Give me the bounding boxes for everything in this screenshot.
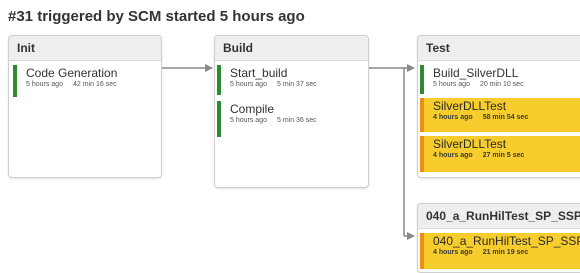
job-meta: 4 hours ago 58 min 54 sec xyxy=(433,113,580,122)
job-duration: 21 min 19 sec xyxy=(482,249,529,256)
job-meta: 5 hours ago 42 min 16 sec xyxy=(26,80,159,89)
stage-init: Init Code Generation 5 hours ago 42 min 1… xyxy=(8,35,162,178)
job-started: 5 hours ago xyxy=(230,117,267,124)
job-name: Start_build xyxy=(230,66,288,80)
job-silverdlltest-2[interactable]: SilverDLLTest 4 hours ago 27 min 5 sec xyxy=(420,136,580,172)
job-meta: 4 hours ago 21 min 19 sec xyxy=(433,248,580,257)
job-name: SilverDLLTest xyxy=(433,137,507,151)
job-duration: 42 min 16 sec xyxy=(72,81,117,88)
job-started: 5 hours ago xyxy=(230,81,267,88)
job-build-silverdll[interactable]: Build_SilverDLL 5 hours ago 20 min 10 sec xyxy=(420,65,580,94)
stage-title: 040_a_RunHilTest_SP_SSP xyxy=(418,204,580,229)
job-started: 4 hours ago xyxy=(433,114,473,121)
stage-build: Build Start_build 5 hours ago 5 min 37 se… xyxy=(214,35,369,188)
stage-title: Init xyxy=(9,36,161,61)
job-meta: 5 hours ago 20 min 10 sec xyxy=(433,80,580,89)
job-silverdlltest-1[interactable]: SilverDLLTest 4 hours ago 58 min 54 sec xyxy=(420,98,580,132)
job-duration: 20 min 10 sec xyxy=(479,81,524,88)
job-duration: 27 min 5 sec xyxy=(482,152,525,159)
job-started: 4 hours ago xyxy=(433,152,473,159)
job-name: 040_a_RunHilTest_SP_SSP xyxy=(433,234,580,248)
job-name: SilverDLLTest xyxy=(433,99,507,113)
job-meta: 5 hours ago 5 min 36 sec xyxy=(230,116,366,125)
job-code-generation[interactable]: Code Generation 5 hours ago 42 min 16 sec xyxy=(13,65,159,97)
job-start-build[interactable]: Start_build 5 hours ago 5 min 37 sec xyxy=(217,65,366,95)
job-meta: 4 hours ago 27 min 5 sec xyxy=(433,151,580,160)
stage-title: Build xyxy=(215,36,368,61)
stage-test: Test Build_SilverDLL 5 hours ago 20 min 1… xyxy=(417,35,580,178)
connector-build-branch xyxy=(369,67,405,236)
job-duration: 5 min 37 sec xyxy=(276,81,317,88)
job-duration: 58 min 54 sec xyxy=(482,114,529,121)
job-duration: 5 min 36 sec xyxy=(276,117,317,124)
job-started: 4 hours ago xyxy=(433,249,473,256)
job-started: 5 hours ago xyxy=(26,81,63,88)
job-name: Compile xyxy=(230,102,275,116)
stage-title: Test xyxy=(418,36,580,61)
job-started: 5 hours ago xyxy=(433,81,470,88)
job-name: Code Generation xyxy=(26,66,118,80)
job-compile[interactable]: Compile 5 hours ago 5 min 36 sec xyxy=(217,101,366,137)
job-meta: 5 hours ago 5 min 37 sec xyxy=(230,80,366,89)
job-runhiltest[interactable]: 040_a_RunHilTest_SP_SSP 4 hours ago 21 mi… xyxy=(420,233,580,269)
job-name: Build_SilverDLL xyxy=(433,66,519,80)
stage-runhiltest: 040_a_RunHilTest_SP_SSP 040_a_RunHilTest… xyxy=(417,203,580,273)
